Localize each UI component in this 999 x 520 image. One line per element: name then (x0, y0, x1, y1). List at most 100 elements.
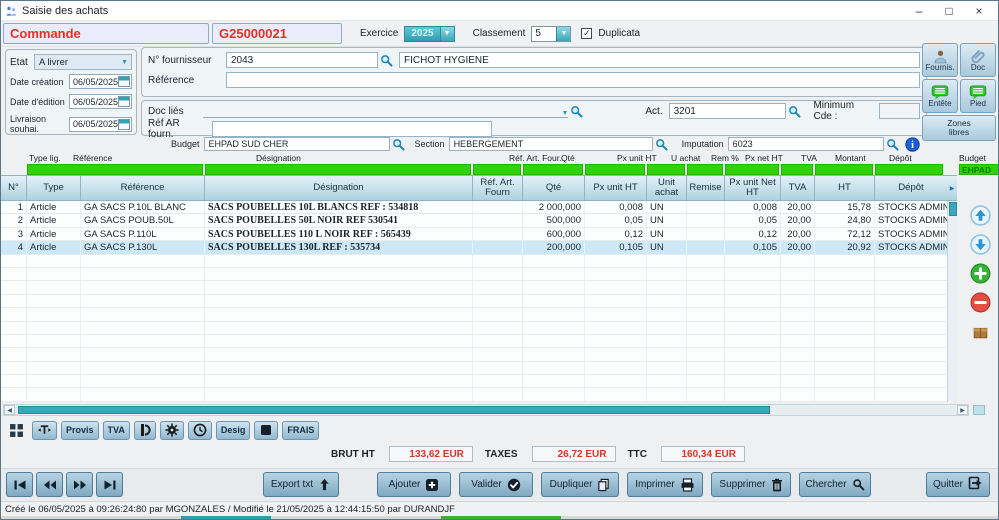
table-cell[interactable] (473, 201, 523, 213)
info-icon[interactable]: i (905, 137, 920, 152)
stock-button[interactable] (969, 320, 991, 342)
last-record-button[interactable] (96, 472, 123, 497)
date-input[interactable]: 06/05/2025 (69, 117, 132, 132)
table-cell[interactable]: 72,12 (815, 228, 875, 240)
table-cell[interactable]: 24,80 (815, 214, 875, 226)
reference-field[interactable] (226, 72, 920, 88)
entry-cell[interactable] (781, 164, 813, 175)
add-line-button[interactable] (969, 262, 991, 284)
supplier-name-field[interactable]: FICHOT HYGIENE (399, 52, 920, 68)
table-cell[interactable] (473, 241, 523, 253)
table-cell[interactable]: UN (647, 214, 687, 226)
table-cell[interactable]: UN (647, 228, 687, 240)
table-cell[interactable]: 2 (1, 214, 27, 226)
chevron-down-icon[interactable]: ▼ (440, 27, 454, 41)
table-cell[interactable]: UN (647, 241, 687, 253)
imputation-field[interactable]: 6023 (728, 137, 884, 151)
scrollbar-thumb[interactable] (18, 406, 770, 414)
table-row-empty[interactable] (1, 268, 947, 281)
horizontal-scrollbar[interactable]: ◀ ▶ (3, 404, 969, 416)
table-cell[interactable]: Article (27, 214, 81, 226)
table-row-empty[interactable] (1, 255, 947, 268)
entete-button[interactable]: Entête (922, 79, 958, 113)
first-record-button[interactable] (6, 472, 33, 497)
date-input[interactable]: 06/05/2025 (69, 94, 132, 109)
table-cell[interactable]: SACS POUBELLES 10L BLANCS REF : 534818 (205, 201, 473, 213)
table-cell[interactable]: 600,000 (523, 228, 585, 240)
table-row-empty[interactable] (1, 295, 947, 308)
table-cell[interactable]: 20,00 (781, 201, 815, 213)
move-line-down-button[interactable] (969, 233, 991, 255)
tva-button[interactable]: TVA (103, 421, 130, 440)
table-row[interactable]: 4ArticleGA SACS P.130LSACS POUBELLES 130… (1, 241, 947, 254)
table-cell[interactable] (687, 228, 725, 240)
table-cell[interactable]: UN (647, 201, 687, 213)
calendar-icon[interactable] (118, 76, 130, 87)
table-cell[interactable]: 2 000,000 (523, 201, 585, 213)
column-header[interactable]: HT (815, 176, 875, 200)
table-cell[interactable]: GA SACS POUB.50L (81, 214, 205, 226)
provis-button[interactable]: Provis (61, 421, 99, 440)
dupliquer-button[interactable]: Dupliquer (541, 472, 619, 497)
column-header[interactable]: Désignation (205, 176, 473, 200)
act-field[interactable]: 3201 (669, 103, 787, 119)
date-input[interactable]: 06/05/2025 (69, 74, 132, 89)
table-cell[interactable]: SACS POUBELLES 130L REF : 535734 (205, 241, 473, 253)
chevron-down-icon[interactable]: ▼ (561, 110, 568, 117)
imprimer-button[interactable]: Imprimer (627, 472, 703, 497)
table-cell[interactable]: 1 (1, 201, 27, 213)
column-header[interactable]: Remise (687, 176, 725, 200)
entry-cell[interactable] (647, 164, 685, 175)
table-cell[interactable]: SACS POUBELLES 50L NOIR REF 530541 (205, 214, 473, 226)
calendar-icon[interactable] (118, 96, 130, 107)
table-row-empty[interactable] (1, 308, 947, 321)
table-cell[interactable]: 0,008 (585, 201, 647, 213)
table-cell[interactable]: 20,00 (781, 228, 815, 240)
table-cell[interactable]: 200,000 (523, 241, 585, 253)
entry-cell[interactable] (27, 164, 203, 175)
scroll-right-icon[interactable]: ▶ (947, 176, 957, 200)
column-header[interactable]: Type (27, 176, 81, 200)
table-cell[interactable] (473, 214, 523, 226)
scrollbar-thumb[interactable] (949, 202, 957, 216)
column-header[interactable]: Référence (81, 176, 205, 200)
exercice-select[interactable]: 2025 ▼ (404, 26, 454, 42)
table-cell[interactable]: 20,00 (781, 214, 815, 226)
column-header[interactable]: N° (1, 176, 27, 200)
table-cell[interactable]: 20,92 (815, 241, 875, 253)
history-button[interactable] (188, 421, 212, 440)
supplier-number-field[interactable]: 2043 (226, 52, 378, 68)
desig-button[interactable]: Desig (216, 421, 251, 440)
entry-cell[interactable] (473, 164, 521, 175)
table-cell[interactable]: STOCKS ADMINIST (875, 214, 947, 226)
chercher-button[interactable]: Chercher (799, 472, 871, 497)
table-row[interactable]: 2ArticleGA SACS POUB.50LSACS POUBELLES 5… (1, 214, 947, 227)
table-row[interactable]: 3ArticleGA SACS P.110LSACS POUBELLES 110… (1, 228, 947, 241)
entry-cell[interactable] (585, 164, 645, 175)
pied-button[interactable]: Pied (960, 79, 996, 113)
table-row-empty[interactable] (1, 348, 947, 361)
table-cell[interactable]: 0,12 (585, 228, 647, 240)
table-cell[interactable]: STOCKS ADMINIST (875, 241, 947, 253)
table-cell[interactable]: 0,05 (725, 214, 781, 226)
entry-cell[interactable] (875, 164, 943, 175)
close-button[interactable]: × (964, 1, 994, 20)
previous-record-button[interactable] (36, 472, 63, 497)
table-cell[interactable]: 0,105 (725, 241, 781, 253)
supprimer-button[interactable]: Supprimer (711, 472, 791, 497)
table-row[interactable]: 1ArticleGA SACS P.10L BLANCSACS POUBELLE… (1, 201, 947, 214)
table-row-empty[interactable] (1, 322, 947, 335)
table-cell[interactable]: Article (27, 241, 81, 253)
table-cell[interactable]: 0,008 (725, 201, 781, 213)
section-field[interactable]: HEBERGEMENT (449, 137, 653, 151)
table-cell[interactable] (687, 201, 725, 213)
next-record-button[interactable] (66, 472, 93, 497)
column-header[interactable]: Dépôt (875, 176, 947, 200)
entry-cell[interactable] (815, 164, 873, 175)
entry-cell[interactable] (725, 164, 779, 175)
remove-line-button[interactable] (969, 291, 991, 313)
ajouter-button[interactable]: Ajouter (377, 472, 451, 497)
entry-cell[interactable] (687, 164, 723, 175)
column-header[interactable]: Px unit Net HT (725, 176, 781, 200)
block-button[interactable] (254, 421, 278, 440)
